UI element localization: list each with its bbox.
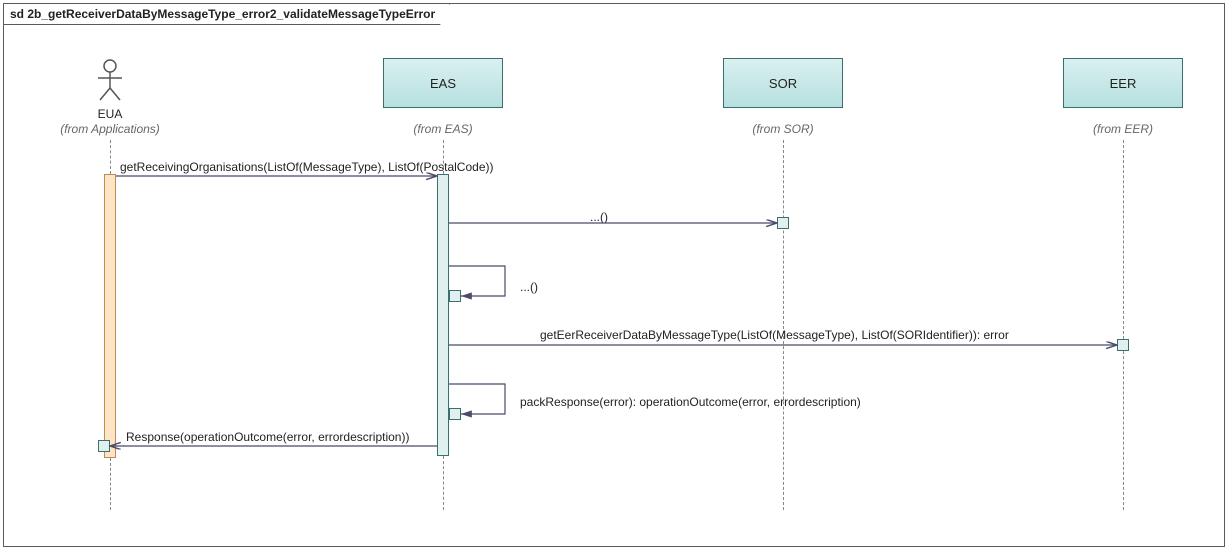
activation-eas <box>437 174 449 456</box>
participant-eua-from: (from Applications) <box>30 122 190 136</box>
lifeline-eas-tail <box>443 456 444 510</box>
frame-title-tab: sd 2b_getReceiverDataByMessageType_error… <box>3 3 450 25</box>
participant-sor-from: (from SOR) <box>703 122 863 136</box>
activation-eas-self2 <box>449 408 461 420</box>
diagram-frame: sd 2b_getReceiverDataByMessageType_error… <box>3 3 1225 547</box>
message-6-label: Response(operationOutcome(error, errorde… <box>126 430 409 444</box>
participant-eer-name: EER <box>1110 76 1137 91</box>
message-2-label: ...() <box>590 210 608 224</box>
lifeline-eua <box>110 140 111 174</box>
participant-eas: EAS <box>383 58 503 108</box>
lifeline-eer <box>1123 140 1124 510</box>
lifeline-eua-tail <box>110 458 111 510</box>
activation-eas-self1 <box>449 290 461 302</box>
participant-eua: EUA <box>70 58 150 121</box>
activation-eer-small <box>1117 339 1129 351</box>
participant-eas-from: (from EAS) <box>363 122 523 136</box>
activation-eua <box>104 174 116 458</box>
message-1-label: getReceivingOrganisations(ListOf(Message… <box>120 160 494 174</box>
activation-eua-ret <box>98 440 110 452</box>
participant-eer: EER <box>1063 58 1183 108</box>
message-5-label: packResponse(error): operationOutcome(er… <box>520 395 861 409</box>
message-4-label: getEerReceiverDataByMessageType(ListOf(M… <box>540 328 1009 342</box>
activation-sor-small <box>777 217 789 229</box>
message-3-label: ...() <box>520 280 538 294</box>
frame-title: 2b_getReceiverDataByMessageType_error2_v… <box>27 7 435 21</box>
lifeline-sor <box>783 140 784 510</box>
sequence-diagram: sd 2b_getReceiverDataByMessageType_error… <box>0 0 1228 550</box>
participant-eas-name: EAS <box>430 76 456 91</box>
participant-eer-from: (from EER) <box>1043 122 1203 136</box>
participant-eua-name: EUA <box>70 107 150 121</box>
actor-icon <box>70 58 150 102</box>
participant-sor: SOR <box>723 58 843 108</box>
frame-prefix: sd <box>10 7 24 21</box>
participant-sor-name: SOR <box>769 76 797 91</box>
